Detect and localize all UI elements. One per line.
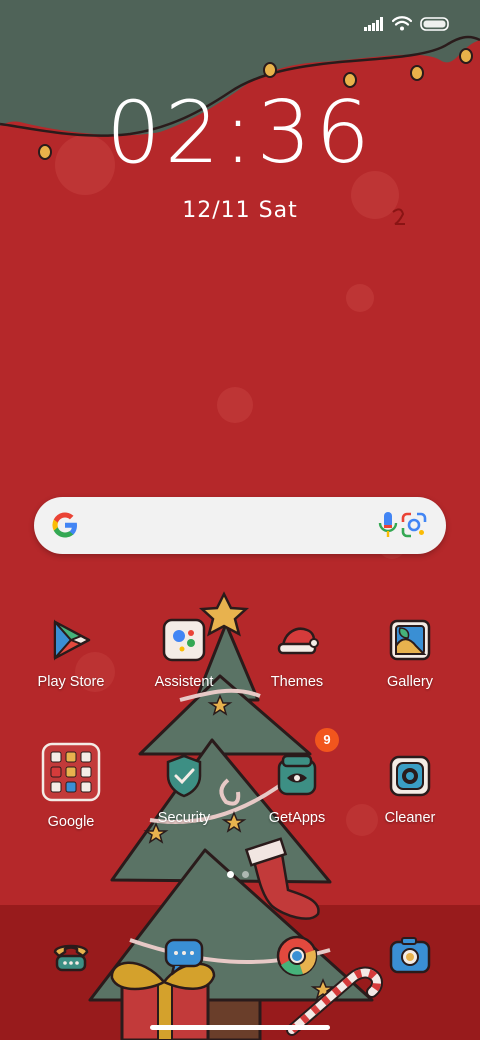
app-themes[interactable]: Themes bbox=[247, 616, 347, 690]
google-search-bar[interactable] bbox=[34, 497, 446, 554]
google-lens-icon[interactable] bbox=[400, 511, 428, 539]
clock-widget[interactable]: 02:36 12/11 Sat bbox=[0, 90, 480, 223]
themes-santa-hat-icon bbox=[273, 616, 321, 664]
clock-time: 02:36 bbox=[106, 83, 374, 183]
app-label: Play Store bbox=[37, 674, 105, 690]
battery-icon bbox=[420, 16, 449, 31]
app-label: Google bbox=[47, 814, 95, 830]
app-cleaner[interactable]: Cleaner bbox=[360, 752, 460, 826]
app-label: Themes bbox=[270, 674, 324, 690]
app-label: Cleaner bbox=[384, 810, 436, 826]
notification-badge: 9 bbox=[315, 728, 339, 752]
app-label: Gallery bbox=[387, 674, 433, 690]
app-label: Security bbox=[157, 810, 211, 826]
messages-icon[interactable] bbox=[160, 932, 208, 980]
camera-icon[interactable] bbox=[386, 932, 434, 980]
home-gesture-bar[interactable] bbox=[150, 1025, 330, 1030]
play-store-icon bbox=[47, 616, 95, 664]
folder-google[interactable]: Google bbox=[21, 742, 121, 830]
signal-icon bbox=[364, 16, 383, 31]
chrome-icon[interactable] bbox=[273, 932, 321, 980]
app-play-store[interactable]: Play Store bbox=[21, 616, 121, 690]
app-gallery[interactable]: Gallery bbox=[360, 616, 460, 690]
page-dot-active[interactable] bbox=[227, 871, 234, 878]
gallery-icon bbox=[386, 616, 434, 664]
cleaner-icon bbox=[386, 752, 434, 800]
app-assistent[interactable]: Assistent bbox=[134, 616, 234, 690]
page-dot[interactable] bbox=[242, 871, 249, 878]
home-screen: 02:36 12/11 Sat Play Store Assistent The… bbox=[0, 0, 480, 1040]
app-label: GetApps bbox=[268, 810, 326, 826]
phone-icon[interactable] bbox=[47, 932, 95, 980]
google-folder-icon bbox=[41, 742, 101, 802]
security-shield-icon bbox=[160, 752, 208, 800]
app-label: Assistent bbox=[154, 674, 214, 690]
app-getapps[interactable]: GetApps bbox=[247, 752, 347, 826]
wifi-icon bbox=[392, 16, 412, 31]
clock-date: 12/11 Sat bbox=[182, 198, 298, 223]
status-bar bbox=[364, 16, 450, 31]
google-logo-icon bbox=[52, 512, 77, 538]
getapps-icon bbox=[273, 752, 321, 800]
assistant-icon bbox=[160, 616, 208, 664]
app-security[interactable]: Security bbox=[134, 752, 234, 826]
microphone-icon[interactable] bbox=[377, 511, 399, 539]
page-indicator[interactable] bbox=[227, 871, 249, 878]
